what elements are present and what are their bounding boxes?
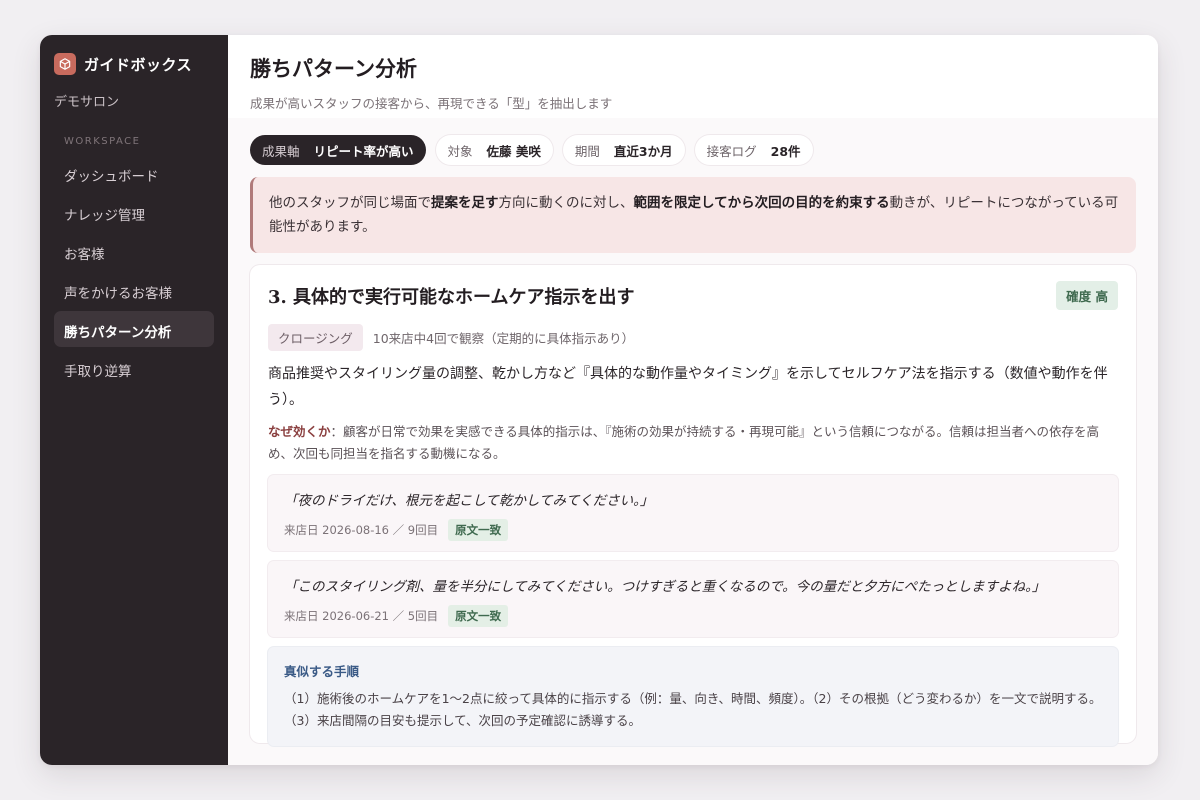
filter-chip-outcome-axis[interactable]: 成果軸 リピート率が高い [250, 135, 426, 165]
insight-text: 他のスタッフが同じ場面で [269, 195, 431, 211]
quote-block: 「このスタイリング剤、量を半分にしてみてください。つけすぎると重くなるので。今の… [268, 561, 1118, 637]
workspace-section-label: WORKSPACE [64, 136, 141, 147]
quote-meta: 来店日 2026-06-21 ／ 5回目 原文一致 [284, 605, 1102, 627]
filter-chip-value: 28件 [770, 143, 801, 159]
page-header: 勝ちパターン分析 成果が高いスタッフの接客から、再現できる「型」を抽出します [228, 35, 1158, 118]
sidebar-item-win-pattern-analysis[interactable]: 勝ちパターン分析 [54, 311, 214, 347]
filter-chip-key: 接客ログ [706, 143, 757, 159]
pattern-title: 3. 具体的で実行可能なホームケア指示を出す [268, 286, 635, 308]
filter-chip-value: リピート率が高い [313, 143, 414, 159]
sidebar-nav: ダッシュボード ナレッジ管理 お客様 声をかけるお客様 勝ちパターン分析 手取り… [54, 155, 214, 386]
quote-meta: 来店日 2026-08-16 ／ 9回目 原文一致 [284, 519, 1102, 541]
main-content: 勝ちパターン分析 成果が高いスタッフの接客から、再現できる「型」を抽出します 成… [228, 35, 1158, 765]
brand-name: ガイドボックス [84, 55, 193, 74]
steps-title: 真似する手順 [284, 664, 360, 679]
filter-chip-period[interactable]: 期間 直近3か月 [562, 135, 685, 165]
pattern-description: 商品推奨やスタイリング量の調整、乾かし方など『具体的な動作量やタイミング』を示し… [268, 366, 1108, 408]
verbatim-match-badge: 原文一致 [448, 519, 509, 541]
quote-text: 「夜のドライだけ、根元を起こして乾かしてみてください。」 [284, 493, 654, 509]
insight-text: 方向に動くのに対し、 [498, 195, 634, 211]
confidence-badge: 確度 高 [1056, 281, 1118, 310]
why-label: なぜ効くか [268, 424, 331, 439]
app-window: ガイドボックス デモサロン WORKSPACE ダッシュボード ナレッジ管理 お… [40, 35, 1158, 765]
insight-callout: 他のスタッフが同じ場面で提案を足す方向に動くのに対し、範囲を限定してから次回の目… [250, 177, 1136, 253]
why-it-works: なぜ効くか：顧客が日常で効果を実感できる具体的指示は、『施術の効果が持続する・再… [268, 421, 1118, 465]
pattern-meta: クロージング 10来店中4回で観察（定期的に具体指示あり） [268, 324, 1118, 351]
sidebar-item-knowledge[interactable]: ナレッジ管理 [54, 194, 214, 230]
filter-chips: 成果軸 リピート率が高い 対象 佐藤 美咲 期間 直近3か月 接客ログ 28件 [228, 135, 1158, 165]
filter-chip-key: 成果軸 [262, 143, 300, 159]
pattern-card: 3. 具体的で実行可能なホームケア指示を出す 確度 高 クロージング 10来店中… [250, 265, 1136, 746]
filter-chip-key: 期間 [574, 143, 600, 159]
sidebar-item-customers-to-contact[interactable]: 声をかけるお客様 [54, 272, 214, 308]
verbatim-match-badge: 原文一致 [448, 605, 509, 627]
filter-chip-value: 佐藤 美咲 [486, 143, 541, 159]
brand[interactable]: ガイドボックス [54, 53, 214, 75]
quote-text: 「このスタイリング剤、量を半分にしてみてください。つけすぎると重くなるので。今の… [284, 579, 1046, 595]
insight-emphasis: 提案を足す [431, 195, 499, 211]
salon-name[interactable]: デモサロン [54, 91, 214, 110]
visit-date: 来店日 2026-06-21 ／ 5回目 [284, 609, 439, 623]
steps-body: （1）施術後のホームケアを1〜2点に絞って具体的に指示する（例：量、向き、時間、… [284, 691, 1102, 728]
page-subtitle: 成果が高いスタッフの接客から、再現できる「型」を抽出します [250, 96, 613, 111]
pattern-title-row: 3. 具体的で実行可能なホームケア指示を出す 確度 高 [268, 281, 1118, 310]
filter-chip-target[interactable]: 対象 佐藤 美咲 [435, 135, 553, 165]
filter-chip-service-logs[interactable]: 接客ログ 28件 [694, 135, 813, 165]
sidebar-item-dashboard[interactable]: ダッシュボード [54, 155, 214, 191]
quote-block: 「夜のドライだけ、根元を起こして乾かしてみてください。」 来店日 2026-08… [268, 475, 1118, 551]
phase-tag: クロージング [268, 324, 363, 351]
sidebar: ガイドボックス デモサロン WORKSPACE ダッシュボード ナレッジ管理 お… [40, 35, 228, 765]
why-text: ：顧客が日常で効果を実感できる具体的指示は、『施術の効果が持続する・再現可能』と… [268, 424, 1100, 461]
imitation-steps: 真似する手順 （1）施術後のホームケアを1〜2点に絞って具体的に指示する（例：量… [268, 647, 1118, 746]
filter-chip-key: 対象 [447, 143, 473, 159]
observation-count: 10来店中4回で観察（定期的に具体指示あり） [372, 331, 635, 346]
box-icon [54, 53, 76, 75]
filter-chip-value: 直近3か月 [613, 143, 673, 159]
insight-emphasis: 範囲を限定してから次回の目的を約束する [633, 195, 890, 211]
sidebar-item-customers[interactable]: お客様 [54, 233, 214, 269]
page-title: 勝ちパターン分析 [250, 56, 417, 81]
visit-date: 来店日 2026-08-16 ／ 9回目 [284, 523, 439, 537]
sidebar-item-take-home-calculation[interactable]: 手取り逆算 [54, 350, 214, 386]
